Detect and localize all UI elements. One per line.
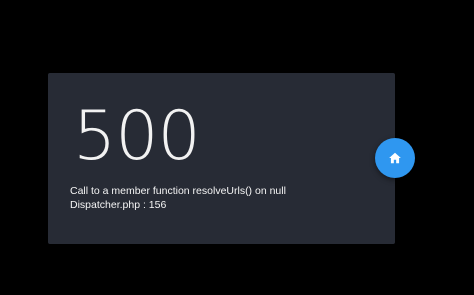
- error-code: 500: [73, 97, 201, 176]
- error-card: 500 Call to a member function resolveUrl…: [48, 73, 395, 244]
- error-message: Call to a member function resolveUrls() …: [70, 185, 286, 197]
- error-page: 500 Call to a member function resolveUrl…: [0, 0, 474, 295]
- home-icon: [389, 152, 401, 164]
- error-location: Dispatcher.php : 156: [70, 199, 167, 211]
- home-button[interactable]: [375, 138, 415, 178]
